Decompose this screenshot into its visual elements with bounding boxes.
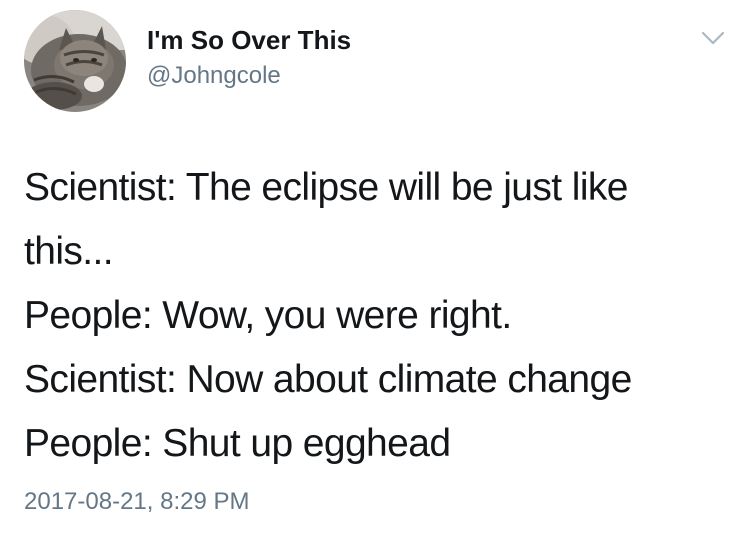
cat-avatar-icon [24,10,126,112]
chevron-down-icon[interactable] [699,28,727,48]
user-handle[interactable]: @Johngcole [147,61,281,91]
display-name[interactable]: I'm So Over This [147,24,351,56]
tweet-text-line: Scientist: The eclipse will be just like [24,166,628,209]
tweet-text: Scientist: The eclipse will be just like… [24,156,724,476]
avatar[interactable] [24,10,126,112]
tweet-text-line: People: Wow, you were right. [24,294,512,337]
tweet-timestamp[interactable]: 2017-08-21, 8:29 PM [24,487,249,517]
tweet-card: I'm So Over This @Johngcole Scientist: T… [0,0,736,533]
tweet-text-line: this... [24,230,114,273]
tweet-text-line: Scientist: Now about climate change [24,358,632,401]
tweet-text-line: People: Shut up egghead [24,422,451,465]
